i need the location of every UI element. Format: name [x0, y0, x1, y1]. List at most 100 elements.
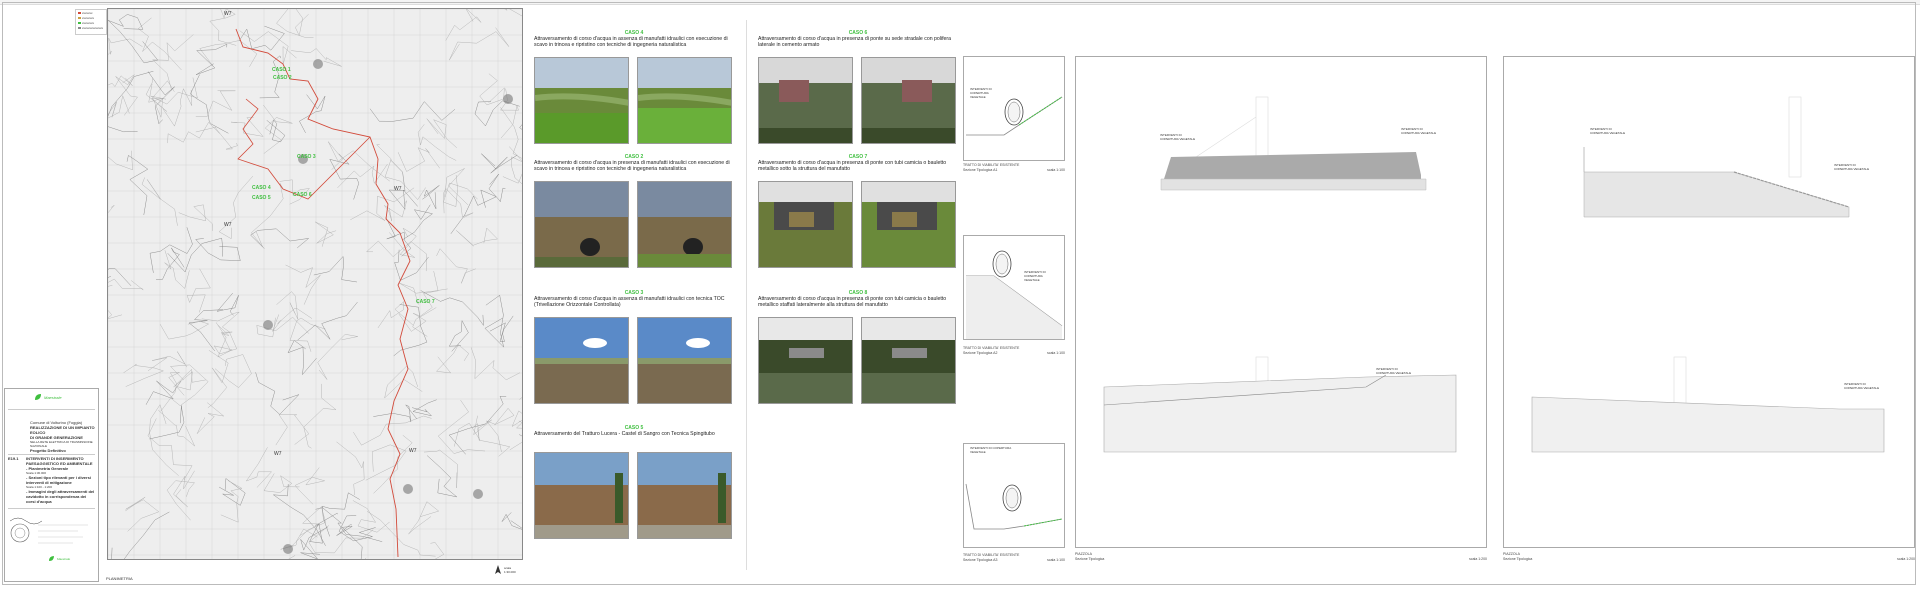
- map-contour: [255, 372, 300, 415]
- legend-swatch: [78, 27, 81, 29]
- map-contour: [196, 402, 225, 434]
- map-contour: [209, 9, 237, 46]
- map-contour: [158, 409, 195, 447]
- map-contour: [412, 399, 437, 417]
- map-contour: [152, 34, 194, 91]
- case3-block: CASO 3 Attraversamento di corso d'acqua …: [534, 290, 734, 309]
- map-contour: [108, 14, 144, 30]
- map-contour: [178, 204, 213, 231]
- map-contour: [155, 247, 185, 280]
- map-contour: [329, 153, 360, 200]
- map-contour: [364, 557, 367, 559]
- section-a3-frame: INTERVENTI DI COPERTURA VEGETALE: [963, 443, 1065, 548]
- legend-label: xxxxxxx: [82, 11, 93, 15]
- company-name: Maestrale: [44, 394, 62, 400]
- case-caption: Attraversamento di corso d'acqua in asse…: [534, 296, 725, 309]
- map-contour: [445, 9, 482, 41]
- map-contour: [473, 415, 492, 442]
- map-contour: [308, 525, 374, 554]
- map-contour: [426, 455, 457, 498]
- legend-box: xxxxxxx xxxxxxxx xxxxxxxx xxxxxxxxxxxxxx: [75, 9, 107, 35]
- map-scale: scala 1:30.000: [504, 566, 516, 574]
- map-contour: [167, 237, 224, 273]
- section-subtitle: Sezione Tipologica A1: [963, 167, 998, 172]
- case-caption: Attraversamento del Tratturo Lucera - Ca…: [534, 431, 715, 437]
- map-contour: [214, 354, 252, 388]
- map-contour: [272, 308, 313, 332]
- photo-case6-before: [758, 57, 853, 144]
- map-contour: [287, 340, 317, 376]
- map-contour: [285, 264, 321, 305]
- map-contour: [501, 512, 522, 530]
- map-contour: [511, 410, 522, 429]
- section-note: INTERVENTI DI COPERTURA VEGETALE: [1376, 367, 1412, 375]
- map-contour: [436, 344, 469, 374]
- map-contour: [509, 434, 522, 451]
- section-scale: scala 1:200: [1469, 556, 1487, 561]
- leaf-icon: [49, 556, 54, 561]
- photo-case8-after: [861, 317, 956, 404]
- section-a1-frame: INTERVENTI DI COPERTURA VEGETALE: [963, 56, 1065, 161]
- map-contour: [190, 74, 229, 134]
- section-a2-frame: INTERVENTI DI COPERTURA VEGETALE: [963, 235, 1065, 340]
- map-contour: [479, 73, 505, 106]
- map-contour: [195, 90, 236, 117]
- map-contour: [448, 319, 469, 352]
- map-contour: [108, 75, 133, 87]
- map-contour: [173, 470, 195, 508]
- map-contour: [220, 480, 243, 523]
- document-item: - Immagini degli attraversamenti del cav…: [26, 489, 95, 504]
- photo-case4-before: [534, 57, 629, 144]
- map-label: W7: [224, 222, 232, 228]
- map-label: W7: [274, 451, 282, 457]
- map-contour: [504, 9, 522, 17]
- project-subtitle: NELLA RETE ELETTRICA DI TRASMISSIONE NAZ…: [30, 440, 93, 448]
- section-subtitle: Sezione Tipologica: [1075, 556, 1105, 561]
- map-town: [403, 484, 413, 494]
- map-contour: [365, 444, 407, 481]
- map-contour: [398, 307, 437, 332]
- legend-swatch: [78, 17, 81, 19]
- section-note: INTERVENTI DI COPERTURA VEGETALE: [1024, 270, 1046, 282]
- map-town: [473, 489, 483, 499]
- map-contour: [213, 322, 237, 358]
- map-contour: [369, 101, 456, 122]
- map-contour: [238, 25, 285, 51]
- map-contour: [397, 147, 440, 172]
- map-contour: [108, 278, 144, 291]
- map-case-label: CASO 6: [293, 192, 312, 198]
- map-contour: [186, 268, 211, 313]
- map-contour: [384, 365, 423, 399]
- map-contour: [519, 397, 522, 400]
- map-contour: [449, 27, 510, 61]
- section-subtitle: Sezione Tipologica A3: [963, 557, 998, 562]
- section-subtitle: Sezione Tipologica: [1503, 556, 1533, 561]
- photo-case6-after: [861, 57, 956, 144]
- map-label: W7: [409, 448, 417, 454]
- photo-case5-before: [534, 452, 629, 539]
- company-logo: Maestrale: [34, 393, 95, 401]
- section-note: INTERVENTI DI COPERTURA VEGETALE: [1160, 133, 1196, 141]
- photo-case2-before: [534, 181, 629, 268]
- section-scale: scala 1:200: [1897, 556, 1915, 561]
- case5-block: CASO 5 Attraversamento del Tratturo Luce…: [534, 425, 734, 437]
- photo-case8-before: [758, 317, 853, 404]
- map-contour: [272, 483, 326, 546]
- section-note: INTERVENTI DI COPERTURA VEGETALE: [970, 87, 992, 99]
- map-contour: [488, 173, 506, 203]
- section-scale: scala 1:100: [1047, 557, 1065, 562]
- section-note: INTERVENTI DI COPERTURA VEGETALE: [1401, 127, 1437, 135]
- photo-case4-after: [637, 57, 732, 144]
- map-contour: [108, 37, 143, 55]
- case-caption: Attraversamento di corso d'acqua in pres…: [758, 36, 952, 49]
- map-contour: [336, 441, 365, 496]
- company-logo-footer: Maestrale: [48, 555, 95, 562]
- column-divider: [746, 20, 747, 570]
- legend-item: xxxxxxxx: [78, 21, 104, 25]
- map-title: PLANIMETRIA: [106, 576, 133, 581]
- cable-route-line: [235, 28, 411, 558]
- map-contour: [443, 188, 474, 218]
- title-block: Maestrale Comune di Volturino (Foggia) R…: [4, 388, 99, 582]
- legend-swatch: [78, 22, 81, 24]
- photo-case5-after: [637, 452, 732, 539]
